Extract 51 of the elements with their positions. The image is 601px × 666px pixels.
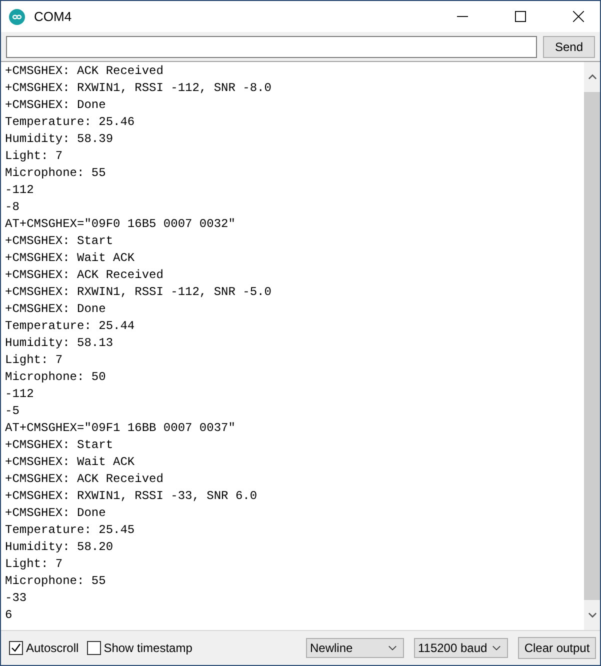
output-line: Temperature: 25.44 [5, 318, 135, 335]
output-line: +CMSGHEX: ACK Received [5, 267, 164, 284]
checkbox[interactable] [9, 641, 23, 655]
scroll-up-icon[interactable] [588, 74, 596, 80]
output-line: Microphone: 50 [5, 369, 106, 386]
output-line: Microphone: 55 [5, 573, 106, 590]
output-line: Light: 7 [5, 556, 63, 573]
scroll-down-icon[interactable] [588, 612, 596, 618]
output-line: 6 [5, 607, 12, 624]
clear-output-button[interactable]: Clear output [518, 637, 596, 659]
caret-icon [492, 645, 501, 651]
output-line: -5 [5, 403, 20, 420]
output-line: AT+CMSGHEX="09F0 16B5 0007 0032" [5, 216, 236, 233]
output-line: +CMSGHEX: ACK Received [5, 471, 164, 488]
output-line: +CMSGHEX: Done [5, 505, 106, 522]
checkbox-label: Autoscroll [26, 641, 79, 655]
output-line: AT+CMSGHEX="09F1 16BB 0007 0037" [5, 420, 236, 437]
output-line: Temperature: 25.46 [5, 114, 135, 131]
maximize-icon[interactable] [515, 11, 526, 22]
output-line: Microphone: 55 [5, 165, 106, 182]
output-line: Temperature: 25.45 [5, 522, 135, 539]
output-line: +CMSGHEX: RXWIN1, RSSI -33, SNR 6.0 [5, 488, 258, 505]
caret-icon [388, 645, 397, 651]
output-line: +CMSGHEX: Start [5, 233, 114, 250]
output-line: -8 [5, 199, 20, 216]
output-line: Light: 7 [5, 352, 63, 369]
output-line: +CMSGHEX: Start [5, 437, 114, 454]
output-line: -112 [5, 386, 34, 403]
line-ending-dropdown[interactable]: Newline [306, 638, 404, 658]
checkbox-label: Show timestamp [104, 641, 192, 655]
output-line: Humidity: 58.39 [5, 131, 114, 148]
output-line: +CMSGHEX: ACK Received [5, 63, 164, 80]
output-line: -33 [5, 590, 27, 607]
output-line: +CMSGHEX: RXWIN1, RSSI -112, SNR -8.0 [5, 80, 272, 97]
window-title: COM4 [34, 9, 73, 24]
output-line: +CMSGHEX: Done [5, 301, 106, 318]
output-line: +CMSGHEX: RXWIN1, RSSI -112, SNR -5.0 [5, 284, 272, 301]
baud-rate-dropdown[interactable]: 115200 baud [414, 638, 508, 658]
output-line: +CMSGHEX: Done [5, 97, 106, 114]
checkbox[interactable] [86, 641, 101, 655]
output-line: Humidity: 58.13 [5, 335, 114, 352]
output-line: +CMSGHEX: Wait ACK [5, 454, 135, 471]
output-line: -112 [5, 182, 34, 199]
output-line: +CMSGHEX: Wait ACK [5, 250, 135, 267]
app-logo-icon [9, 8, 25, 24]
close-icon[interactable] [573, 11, 584, 22]
output-line: Humidity: 58.20 [5, 539, 114, 556]
message-input-field[interactable] [6, 36, 537, 58]
send-button[interactable]: Send [543, 36, 595, 58]
scrollbar-thumb[interactable] [584, 92, 600, 600]
output-line: Light: 7 [5, 148, 63, 165]
